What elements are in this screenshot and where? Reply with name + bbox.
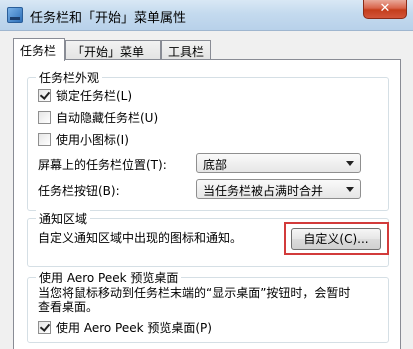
small-icons-label: 使用小图标(I) xyxy=(56,133,129,147)
tab-toolbars[interactable]: 工具栏 xyxy=(161,40,211,60)
small-icons-option[interactable]: 使用小图标(I) xyxy=(38,132,129,148)
window-title: 任务栏和「开始」菜单属性 xyxy=(30,11,187,26)
auto-hide-checkbox[interactable] xyxy=(38,111,51,124)
small-icons-checkbox[interactable] xyxy=(38,133,51,146)
taskbar-app-icon xyxy=(7,7,23,23)
lock-taskbar-label: 锁定任务栏(L) xyxy=(56,89,133,103)
taskbar-buttons-label: 任务栏按钮(B): xyxy=(38,184,120,198)
chevron-down-icon xyxy=(346,187,354,192)
auto-hide-option[interactable]: 自动隐藏任务栏(U) xyxy=(38,110,158,126)
taskbar-buttons-value: 当任务栏被占满时合并 xyxy=(203,184,324,198)
aero-peek-description-line2: 查看桌面。 xyxy=(38,300,99,314)
tab-start-menu[interactable]: 「开始」菜单 xyxy=(65,40,161,60)
taskbar-location-value: 底部 xyxy=(203,158,228,172)
lock-taskbar-checkbox[interactable] xyxy=(38,89,51,102)
aero-peek-option[interactable]: 使用 Aero Peek 预览桌面(P) xyxy=(38,320,212,336)
lock-taskbar-option[interactable]: 锁定任务栏(L) xyxy=(38,88,132,104)
title-bar: 任务栏和「开始」菜单属性 ✕ xyxy=(0,0,413,31)
chevron-down-icon xyxy=(346,161,354,166)
tab-panel: 任务栏外观 锁定任务栏(L) 自动隐藏任务栏(U) 使用小图标(I) 屏幕上的任… xyxy=(13,59,401,349)
notification-description: 自定义通知区域中出现的图标和通知。 xyxy=(38,231,243,245)
appearance-group-title: 任务栏外观 xyxy=(36,69,103,86)
customize-button[interactable]: 自定义(C)... xyxy=(291,228,381,250)
taskbar-location-select[interactable]: 底部 xyxy=(196,153,361,173)
tab-taskbar[interactable]: 任务栏 xyxy=(13,38,65,61)
aero-peek-group: 使用 Aero Peek 预览桌面 当您将鼠标移动到任务栏末端的“显示桌面”按钮… xyxy=(27,269,389,343)
taskbar-location-label: 屏幕上的任务栏位置(T): xyxy=(38,158,167,172)
aero-peek-checkbox[interactable] xyxy=(38,321,51,334)
auto-hide-label: 自动隐藏任务栏(U) xyxy=(56,111,159,125)
appearance-group: 任务栏外观 锁定任务栏(L) 自动隐藏任务栏(U) 使用小图标(I) 屏幕上的任… xyxy=(27,69,389,211)
aero-peek-label: 使用 Aero Peek 预览桌面(P) xyxy=(56,321,212,335)
close-icon: ✕ xyxy=(379,1,391,16)
notification-group-title: 通知区域 xyxy=(36,210,91,227)
close-button[interactable]: ✕ xyxy=(363,0,407,19)
taskbar-buttons-select[interactable]: 当任务栏被占满时合并 xyxy=(196,179,361,199)
